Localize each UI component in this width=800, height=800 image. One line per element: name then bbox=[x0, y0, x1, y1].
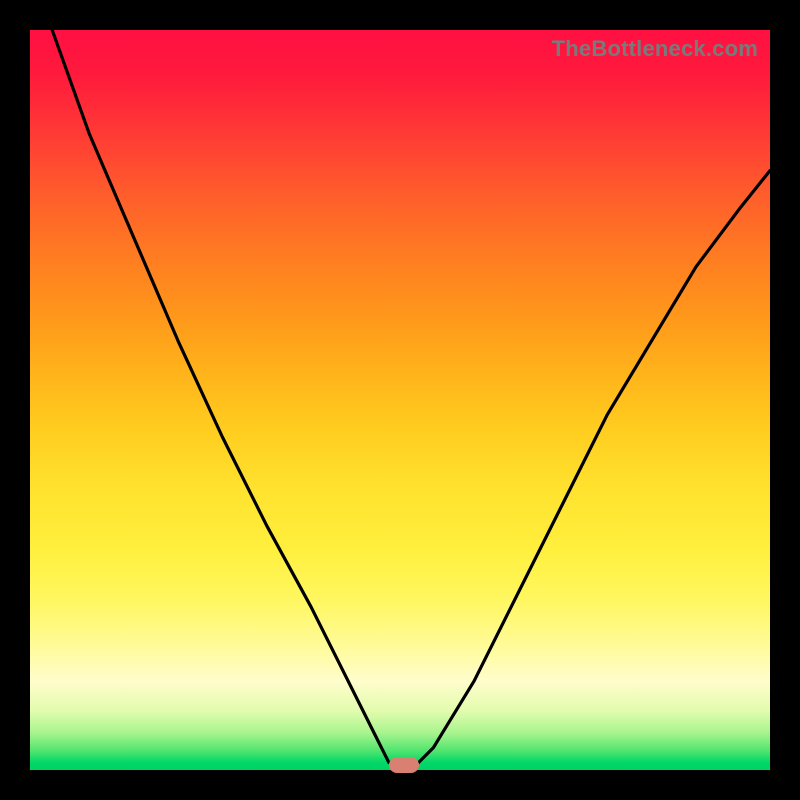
bottleneck-curve bbox=[30, 30, 770, 770]
plot-area: TheBottleneck.com bbox=[30, 30, 770, 770]
optimal-marker bbox=[389, 757, 419, 773]
chart-frame: TheBottleneck.com bbox=[0, 0, 800, 800]
attribution-label: TheBottleneck.com bbox=[552, 36, 758, 62]
